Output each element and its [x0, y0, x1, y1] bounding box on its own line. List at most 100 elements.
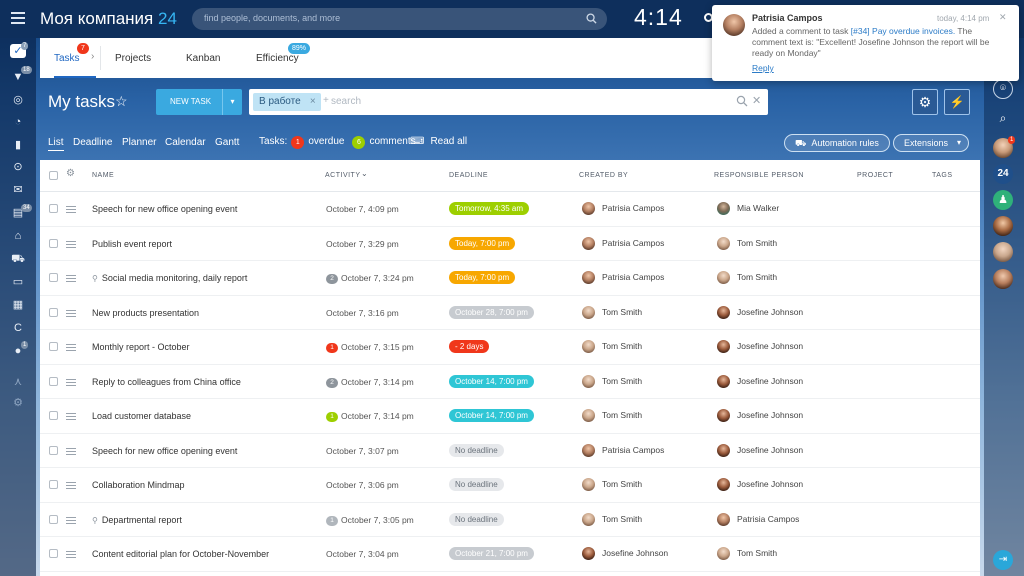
deadline-badge[interactable]: October 14, 7:00 pm — [449, 409, 534, 422]
row-checkbox[interactable] — [49, 376, 58, 386]
deadline-badge[interactable]: - 2 days — [449, 340, 490, 353]
task-name-link[interactable]: Collaboration Mindmap — [92, 480, 185, 490]
task-name-link[interactable]: Reply to colleagues from China office — [92, 377, 241, 387]
view-deadline[interactable]: Deadline — [73, 137, 112, 148]
avatar[interactable] — [993, 269, 1013, 289]
filter-search-input[interactable]: В работе × + search ✕ — [249, 89, 768, 115]
deadline-badge[interactable]: October 28, 7:00 pm — [449, 305, 534, 319]
chevron-down-icon[interactable]: ▾ — [222, 89, 242, 115]
responsible-cell[interactable]: Josefine Johnson — [717, 340, 803, 353]
read-all-link[interactable]: ⌨ Read all — [410, 136, 467, 147]
responsible-cell[interactable]: Josefine Johnson — [717, 443, 803, 457]
sitemap-icon[interactable]: ⋏ — [10, 375, 26, 389]
created-by-cell[interactable]: Patrisia Campos — [582, 202, 664, 215]
task-name-link[interactable]: Monthly report - October — [92, 342, 190, 352]
settings-icon[interactable]: ⚙ — [10, 396, 26, 410]
col-activity[interactable]: ACTIVITY — [325, 172, 361, 179]
window-icon[interactable]: ▭ — [10, 275, 26, 289]
right-search-icon[interactable]: ⌕ — [993, 108, 1013, 128]
task-name-link[interactable]: Speech for new office opening event — [92, 204, 237, 214]
notification-task-link[interactable]: [#34] Pay overdue invoices. — [851, 26, 955, 36]
col-tags[interactable]: TAGS — [932, 172, 953, 179]
row-checkbox[interactable] — [49, 549, 58, 558]
table-row[interactable]: Monthly report - October 1 October 7, 3:15… — [40, 330, 980, 365]
table-row[interactable]: ⚲ Social media monitoring, daily report 2 O… — [40, 261, 980, 296]
comments-count[interactable]: 6 — [352, 136, 366, 149]
table-row[interactable]: Publish event report October 7, 3:29 pm To… — [40, 227, 980, 261]
bank-icon[interactable]: ⌂ — [10, 229, 26, 243]
col-responsible[interactable]: RESPONSIBLE PERSON — [714, 172, 804, 179]
deadline-badge[interactable]: October 21, 7:00 pm — [449, 547, 534, 560]
tab-kanban[interactable]: Kanban — [186, 38, 220, 78]
settings-button[interactable]: ⚙ — [912, 89, 938, 115]
created-by-cell[interactable]: Tom Smith — [582, 409, 642, 422]
row-menu-icon[interactable] — [66, 551, 76, 558]
row-checkbox[interactable] — [49, 514, 58, 524]
row-menu-icon[interactable] — [66, 309, 76, 317]
chat-icon[interactable]: ⌾ — [993, 79, 1013, 99]
exit-icon[interactable]: ⇥ — [993, 550, 1013, 570]
table-row[interactable]: Collaboration Mindmap October 7, 3:06 pm N… — [40, 468, 980, 503]
row-checkbox[interactable] — [49, 273, 58, 282]
row-menu-icon[interactable] — [66, 447, 76, 455]
lightning-button[interactable]: ⚡ — [944, 89, 970, 115]
created-by-cell[interactable]: Tom Smith — [582, 512, 642, 526]
created-by-cell[interactable]: Josefine Johnson — [582, 547, 668, 560]
row-checkbox[interactable] — [49, 480, 58, 489]
responsible-cell[interactable]: Tom Smith — [717, 547, 777, 560]
deadline-badge[interactable]: October 14, 7:00 pm — [449, 374, 534, 388]
view-calendar[interactable]: Calendar — [165, 137, 206, 148]
close-icon[interactable]: ✕ — [999, 12, 1007, 23]
created-by-cell[interactable]: Patrisia Campos — [582, 236, 664, 250]
sort-desc-icon[interactable]: ⌄ — [361, 169, 368, 178]
responsible-cell[interactable]: Mia Walker — [717, 202, 779, 215]
reply-link[interactable]: Reply — [752, 63, 774, 73]
responsible-cell[interactable]: Josefine Johnson — [717, 478, 803, 491]
task-name-link[interactable]: Publish event report — [92, 239, 172, 249]
apps-icon[interactable]: ▦ — [10, 298, 26, 312]
created-by-cell[interactable]: Tom Smith — [582, 305, 642, 319]
row-menu-icon[interactable] — [66, 378, 76, 386]
table-row[interactable]: Speech for new office opening event Octob… — [40, 434, 980, 468]
task-name-link[interactable]: Speech for new office opening event — [92, 446, 237, 456]
search-icon[interactable] — [736, 95, 748, 107]
new-task-button[interactable]: NEW TASK ▾ — [156, 89, 242, 115]
avatar[interactable] — [993, 216, 1013, 236]
row-menu-icon[interactable] — [66, 413, 76, 420]
gear-icon[interactable]: ⚙ — [66, 168, 75, 179]
cart-icon[interactable]: ⛟ — [10, 252, 26, 266]
automation-rules-button[interactable]: ⛟ Automation rules — [784, 134, 890, 152]
responsible-cell[interactable]: Tom Smith — [717, 271, 777, 284]
task-name-link[interactable]: New products presentation — [92, 308, 199, 318]
deadline-badge[interactable]: Today, 7:00 pm — [449, 236, 516, 250]
task-name-link[interactable]: ⚲ Social media monitoring, daily report — [92, 273, 247, 283]
table-row[interactable]: Reply to colleagues from China office 2 Oc… — [40, 365, 980, 399]
close-icon[interactable]: × — [310, 93, 316, 111]
row-menu-icon[interactable] — [66, 240, 76, 248]
row-menu-icon[interactable] — [66, 482, 76, 489]
table-row[interactable]: New products presentation October 7, 3:16… — [40, 296, 980, 330]
view-list[interactable]: List — [48, 137, 64, 151]
clock-icon[interactable]: ◔ — [10, 115, 26, 129]
row-checkbox[interactable] — [49, 204, 58, 213]
col-project[interactable]: PROJECT — [857, 172, 893, 179]
clear-icon[interactable]: ✕ — [752, 94, 761, 107]
view-gantt[interactable]: Gantt — [215, 137, 239, 148]
table-row[interactable]: Speech for new office opening event Octob… — [40, 192, 980, 227]
col-deadline[interactable]: DEADLINE — [449, 172, 488, 179]
task-name-link[interactable]: ⚲ Departmental report — [92, 515, 182, 525]
row-checkbox[interactable] — [49, 238, 58, 248]
responsible-cell[interactable]: Josefine Johnson — [717, 409, 803, 422]
col-name[interactable]: NAME — [92, 172, 114, 179]
bitrix24-icon[interactable]: 24 — [993, 164, 1013, 184]
deadline-badge[interactable]: No deadline — [449, 478, 504, 491]
deadline-badge[interactable]: Tomorrow, 4:35 am — [449, 202, 530, 215]
row-checkbox[interactable] — [49, 411, 58, 420]
responsible-cell[interactable]: Josefine Johnson — [717, 305, 803, 319]
deadline-badge[interactable]: No deadline — [449, 512, 504, 526]
task-name-link[interactable]: Load customer database — [92, 411, 191, 421]
created-by-cell[interactable]: Patrisia Campos — [582, 443, 664, 457]
row-menu-icon[interactable] — [66, 275, 76, 282]
target2-icon[interactable]: ⊙ — [10, 160, 26, 174]
row-checkbox[interactable] — [49, 342, 58, 351]
